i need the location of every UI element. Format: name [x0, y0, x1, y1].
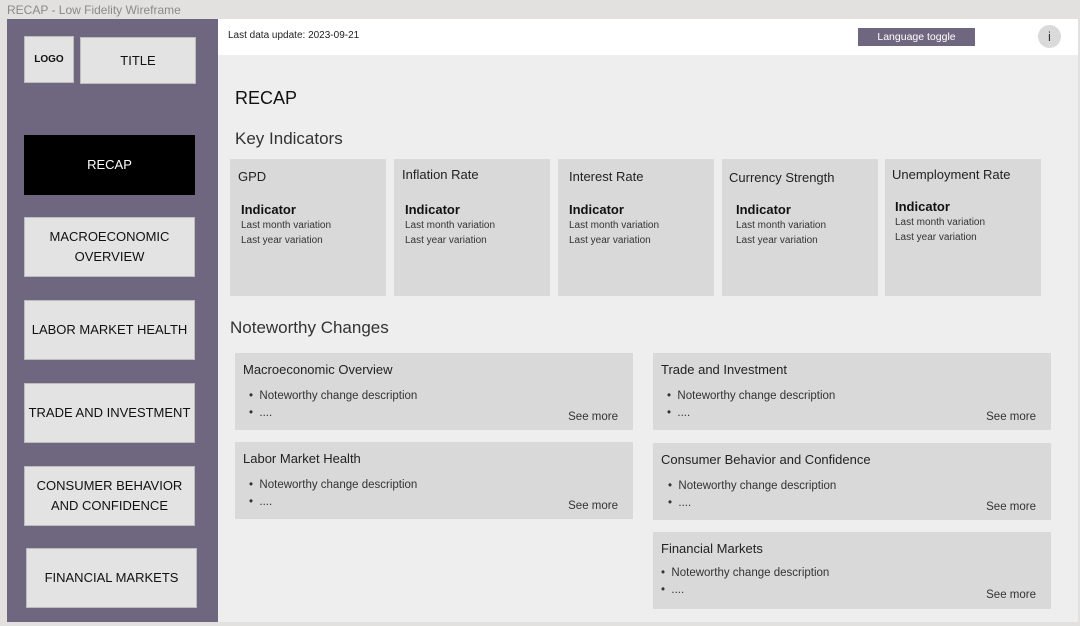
change-card-title: Macroeconomic Overview	[243, 362, 393, 377]
change-card-trade-and-investment: Trade and Investment • Noteworthy change…	[653, 353, 1051, 430]
page-title: RECAP	[235, 88, 298, 108]
change-bullet: • Noteworthy change description	[249, 390, 418, 402]
see-more-link[interactable]: See more	[568, 411, 618, 423]
change-card-consumer-behavior: Consumer Behavior and Confidence • Notew…	[653, 443, 1051, 520]
change-bullet: • ....	[667, 407, 691, 419]
indicator-name: Unemployment Rate	[892, 167, 1011, 182]
indicator-month-variation: Last month variation	[405, 220, 496, 231]
indicator-name: Inflation Rate	[402, 167, 479, 182]
change-card-labor-market-health: Labor Market Health • Noteworthy change …	[235, 442, 633, 519]
window-title: RECAP - Low Fidelity Wireframe	[7, 3, 181, 17]
change-card-title: Financial Markets	[661, 541, 763, 556]
change-bullet: • ....	[249, 407, 273, 419]
noteworthy-changes-heading: Noteworthy Changes	[230, 318, 389, 337]
top-bar: Last data update: 2023-09-21 Language to…	[218, 19, 1078, 55]
change-bullet: • Noteworthy change description	[668, 480, 837, 492]
change-card-title: Labor Market Health	[243, 451, 361, 466]
indicator-value: Indicator	[405, 202, 460, 217]
change-bullet: • ....	[668, 497, 692, 509]
indicator-month-variation: Last month variation	[569, 220, 660, 231]
indicator-year-variation: Last year variation	[405, 235, 487, 246]
main-content: Last data update: 2023-09-21 Language to…	[218, 19, 1078, 622]
change-bullet: • Noteworthy change description	[661, 567, 830, 579]
see-more-link[interactable]: See more	[986, 589, 1036, 601]
change-bullet: • ....	[249, 496, 273, 508]
indicator-value: Indicator	[241, 202, 296, 217]
indicator-name: GPD	[238, 169, 267, 184]
indicator-value: Indicator	[895, 199, 950, 214]
info-icon[interactable]: i	[1038, 25, 1061, 48]
sidebar: LOGO TITLE RECAP MACROECONOMIC OVERVIEW …	[7, 19, 218, 622]
indicator-month-variation: Last month variation	[895, 217, 986, 228]
indicator-value: Indicator	[736, 202, 791, 217]
indicator-name: Interest Rate	[569, 169, 644, 184]
indicator-card-unemployment-rate[interactable]: Unemployment Rate Indicator Last month v…	[885, 159, 1041, 296]
change-card-macroeconomic-overview: Macroeconomic Overview • Noteworthy chan…	[235, 353, 633, 430]
indicator-name: Currency Strength	[729, 170, 835, 185]
change-card-financial-markets: Financial Markets • Noteworthy change de…	[653, 532, 1051, 609]
indicator-year-variation: Last year variation	[736, 235, 818, 246]
change-bullet: • Noteworthy change description	[667, 390, 836, 402]
sidebar-item-financial-markets[interactable]: FINANCIAL MARKETS	[26, 548, 197, 608]
sidebar-item-trade-and-investment[interactable]: TRADE AND INVESTMENT	[24, 383, 195, 443]
see-more-link[interactable]: See more	[568, 500, 618, 512]
sidebar-item-macroeconomic-overview[interactable]: MACROECONOMIC OVERVIEW	[24, 217, 195, 277]
indicator-year-variation: Last year variation	[569, 235, 651, 246]
indicator-card-interest-rate[interactable]: Interest Rate Indicator Last month varia…	[558, 159, 714, 296]
change-card-title: Trade and Investment	[661, 362, 787, 377]
logo[interactable]: LOGO	[24, 36, 74, 83]
indicator-month-variation: Last month variation	[241, 220, 332, 231]
indicator-year-variation: Last year variation	[241, 235, 323, 246]
sidebar-item-recap[interactable]: RECAP	[24, 135, 195, 195]
see-more-link[interactable]: See more	[986, 501, 1036, 513]
last-data-update: Last data update: 2023-09-21	[228, 30, 360, 41]
see-more-link[interactable]: See more	[986, 411, 1036, 423]
sidebar-item-labor-market-health[interactable]: LABOR MARKET HEALTH	[24, 300, 195, 360]
change-bullet: • Noteworthy change description	[249, 479, 418, 491]
indicator-year-variation: Last year variation	[895, 232, 977, 243]
app-title: TITLE	[80, 37, 196, 84]
language-toggle-button[interactable]: Language toggle	[858, 28, 975, 46]
indicator-card-currency-strength[interactable]: Currency Strength Indicator Last month v…	[722, 159, 878, 296]
key-indicators-heading: Key Indicators	[235, 129, 343, 148]
indicator-value: Indicator	[569, 202, 624, 217]
indicator-month-variation: Last month variation	[736, 220, 827, 231]
sidebar-item-consumer-behavior[interactable]: CONSUMER BEHAVIOR AND CONFIDENCE	[24, 466, 195, 526]
indicator-card-gpd[interactable]: GPD Indicator Last month variation Last …	[230, 159, 386, 296]
change-bullet: • ....	[661, 584, 685, 596]
change-card-title: Consumer Behavior and Confidence	[661, 452, 871, 467]
indicator-card-inflation-rate[interactable]: Inflation Rate Indicator Last month vari…	[394, 159, 550, 296]
